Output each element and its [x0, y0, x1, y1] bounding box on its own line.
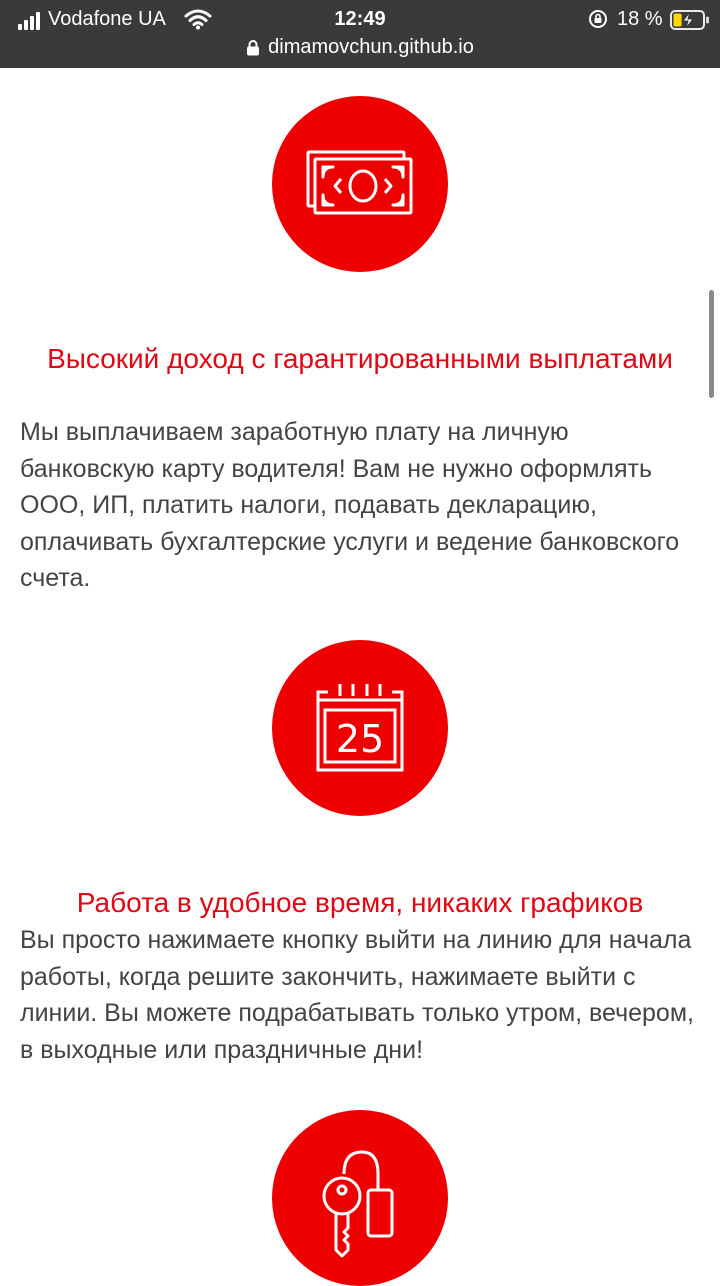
calendar-icon: 25	[316, 684, 404, 772]
status-bar: Vodafone UA 12:49 18 % dimamovchun.githu…	[0, 0, 720, 68]
feature-icon-circle	[272, 1110, 448, 1286]
feature-icon-circle	[272, 96, 448, 272]
battery-charging-icon	[670, 10, 709, 30]
money-icon	[306, 150, 413, 215]
address-bar[interactable]: dimamovchun.github.io	[246, 34, 474, 60]
scrollbar[interactable]	[709, 290, 714, 398]
rotation-lock-icon	[589, 10, 607, 28]
feature-title: Работа в удобное время, никаких графиков	[76, 887, 644, 918]
feature-description: Мы выплачиваем заработную плату на личну…	[20, 418, 680, 592]
signal-icon	[18, 12, 40, 30]
feature-title: Высокий доход с гарантированными выплата…	[47, 343, 673, 374]
lock-icon	[247, 39, 260, 55]
car-key-icon	[322, 1150, 394, 1258]
calendar-day-number: 25	[336, 717, 384, 761]
url-text: dimamovchun.github.io	[268, 36, 474, 58]
wifi-icon	[184, 9, 212, 30]
feature-description: Вы просто нажимаете кнопку выйти на лини…	[20, 926, 694, 1064]
feature-icon-circle: 25	[272, 640, 448, 816]
carrier-name: Vodafone UA	[48, 8, 166, 30]
battery-percent: 18 %	[617, 8, 663, 30]
